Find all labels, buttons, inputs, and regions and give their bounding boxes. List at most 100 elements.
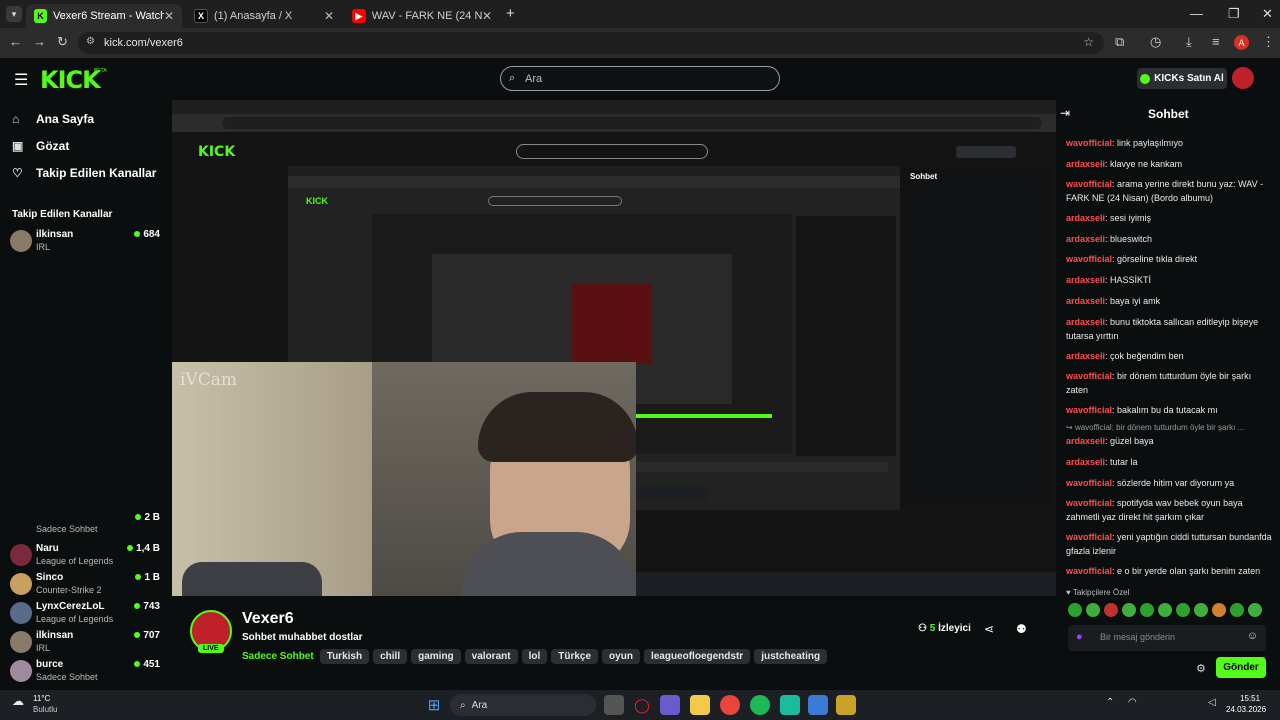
emote-icon[interactable] [1068,603,1082,617]
copilot-icon[interactable] [660,695,680,715]
weather-temp[interactable]: 11°C [33,694,50,703]
chat-message: ardaxseli: bunu tiktokta sallıcan editle… [1066,317,1259,341]
nav-following[interactable]: ♡ Takip Edilen Kanallar [12,166,156,180]
emote-icon[interactable] [1158,603,1172,617]
windows-start-icon[interactable]: ⊞ [424,695,444,715]
share-icon[interactable]: ⋖ [984,622,994,636]
tag-chip[interactable]: lol [521,649,548,664]
app-icon[interactable] [808,695,828,715]
close-window-icon[interactable]: ✕ [1262,6,1273,22]
emote-icon[interactable] [1194,603,1208,617]
tray-overflow-icon[interactable]: ⌃ [1106,697,1114,708]
address-bar[interactable]: ⚙ kick.com/vexer6 ☆ [78,32,1104,54]
buy-kicks-button[interactable]: KICKs Satın Al [1137,68,1227,89]
emote-icon[interactable] [1104,603,1118,617]
tag-chip[interactable]: Turkish [319,649,370,664]
wifi-icon[interactable]: ◠ [1128,697,1137,708]
follow-icon[interactable]: ⚉ [1016,622,1027,636]
chat-settings-icon[interactable]: ⚙ [1196,662,1206,675]
close-tab-icon[interactable]: ✕ [164,9,174,23]
extensions-icon[interactable]: ⧉ [1115,34,1124,50]
file-explorer-icon[interactable] [690,695,710,715]
taskbar-search[interactable]: ⌕ Ara [450,694,596,716]
emote-icon[interactable] [1122,603,1136,617]
chat-input[interactable]: ● Bir mesaj gönderin ☺ [1068,625,1266,651]
app-icon[interactable] [836,695,856,715]
tag-chip[interactable]: valorant [464,649,518,664]
download-icon[interactable]: ⤓ [1186,34,1192,50]
emote-icon[interactable] [1176,603,1190,617]
emote-icon[interactable] [1140,603,1154,617]
chrome-icon[interactable] [720,695,740,715]
chat-message: ardaxseli: HASSİKTİ [1066,275,1152,285]
close-tab-icon[interactable]: ✕ [324,9,334,23]
app-icon[interactable] [780,695,800,715]
chat-message: ardaxseli: sesi iyimiş [1066,213,1152,223]
site-info-icon[interactable]: ⚙ [86,36,95,47]
nav-home[interactable]: ⌂ Ana Sayfa [12,112,94,126]
channel-item[interactable]: Sadece Sohbet 2 B [10,512,160,542]
tag-chip[interactable]: leagueofloegendstr [643,649,751,664]
tag-chip[interactable]: gaming [411,649,461,664]
emote-icon[interactable] [1212,603,1226,617]
clock-date[interactable]: 24.03.2026 [1226,705,1266,714]
new-tab-button[interactable]: + [506,5,515,22]
tag-chip[interactable]: justcheating [754,649,828,664]
volume-icon[interactable]: ◁ [1208,697,1216,708]
tab-search-button[interactable]: ▾ [6,6,22,22]
user-avatar[interactable] [1232,67,1254,89]
browser-menu-icon[interactable]: ⋮ [1262,34,1275,50]
hamburger-menu-icon[interactable]: ☰ [14,70,28,90]
live-dot-icon [135,514,142,520]
minimize-icon[interactable]: — [1190,6,1203,21]
emote-icon[interactable] [1230,603,1244,617]
task-view-icon[interactable] [604,695,624,715]
emote-icon[interactable] [1086,603,1100,617]
forward-icon[interactable]: → [33,34,46,49]
browser-tab-kick[interactable]: K Vexer6 Stream - Watch Live on ✕ [26,4,182,28]
kick-logo[interactable]: KICK [40,66,101,94]
emote-icon[interactable] [1248,603,1262,617]
streamer-name[interactable]: Vexer6 [242,610,294,628]
youtube-favicon-icon: ▶ [352,9,366,23]
viewers-icon: ⚇ [918,623,927,634]
kicks-coin-icon [1140,73,1151,84]
clock-time[interactable]: 15:51 [1240,694,1260,703]
profile-avatar[interactable]: A [1234,35,1249,50]
collapse-chat-icon[interactable]: ⇥ [1060,106,1070,120]
back-icon[interactable]: ← [9,34,22,49]
chat-message: ardaxseli: tutar la [1066,457,1138,467]
tag-chip[interactable]: Türkçe [551,649,599,664]
emoji-picker-icon[interactable]: ☺ [1247,630,1258,642]
microphone-icon[interactable]: ● [1076,631,1083,643]
send-button[interactable]: Gönder [1216,657,1266,678]
live-dot-icon [134,632,141,638]
channel-item[interactable]: ilkinsan IRL 707 [10,628,160,656]
webcam-overlay: iVCam [172,362,636,596]
search-input[interactable]: ⌕ Ara [500,66,780,91]
channel-item[interactable]: burce Sadece Sohbet 451 [10,657,160,685]
tag-chip[interactable]: chill [373,649,408,664]
avatar [10,602,32,624]
tag-chip[interactable]: oyun [602,649,640,664]
avatar [10,544,32,566]
opera-icon[interactable]: ◯ [632,695,652,715]
channel-item[interactable]: LynxCerezLoL League of Legends 743 [10,599,160,627]
history-icon[interactable]: ◷ [1150,34,1161,50]
spotify-icon[interactable] [750,695,770,715]
stream-video-player[interactable]: KICK KICK Sohbet Vexer6 [172,100,1056,596]
nav-browse[interactable]: ▣ Gözat [12,139,69,153]
channel-item[interactable]: ilkinsan IRL 684 [10,227,160,255]
live-dot-icon [134,603,141,609]
media-icon[interactable]: ≡ [1212,34,1220,49]
maximize-icon[interactable]: ❐ [1228,6,1240,22]
channel-item[interactable]: Naru League of Legends 1,4 B [10,541,160,569]
browser-tab-youtube[interactable]: ▶ WAV - FARK NE (24 Nisan) (Bor ✕ [344,4,500,28]
category-link[interactable]: Sadece Sohbet [242,651,314,662]
close-tab-icon[interactable]: ✕ [482,9,492,23]
channel-item[interactable]: Sinco Counter-Strike 2 1 B [10,570,160,598]
bookmark-star-icon[interactable]: ☆ [1083,35,1094,49]
browser-tab-x[interactable]: X (1) Anasayfa / X ✕ [186,4,342,28]
reload-icon[interactable]: ↻ [57,34,68,50]
chat-message: wavofficial: spotifyda wav bebek oyun ba… [1066,498,1243,522]
